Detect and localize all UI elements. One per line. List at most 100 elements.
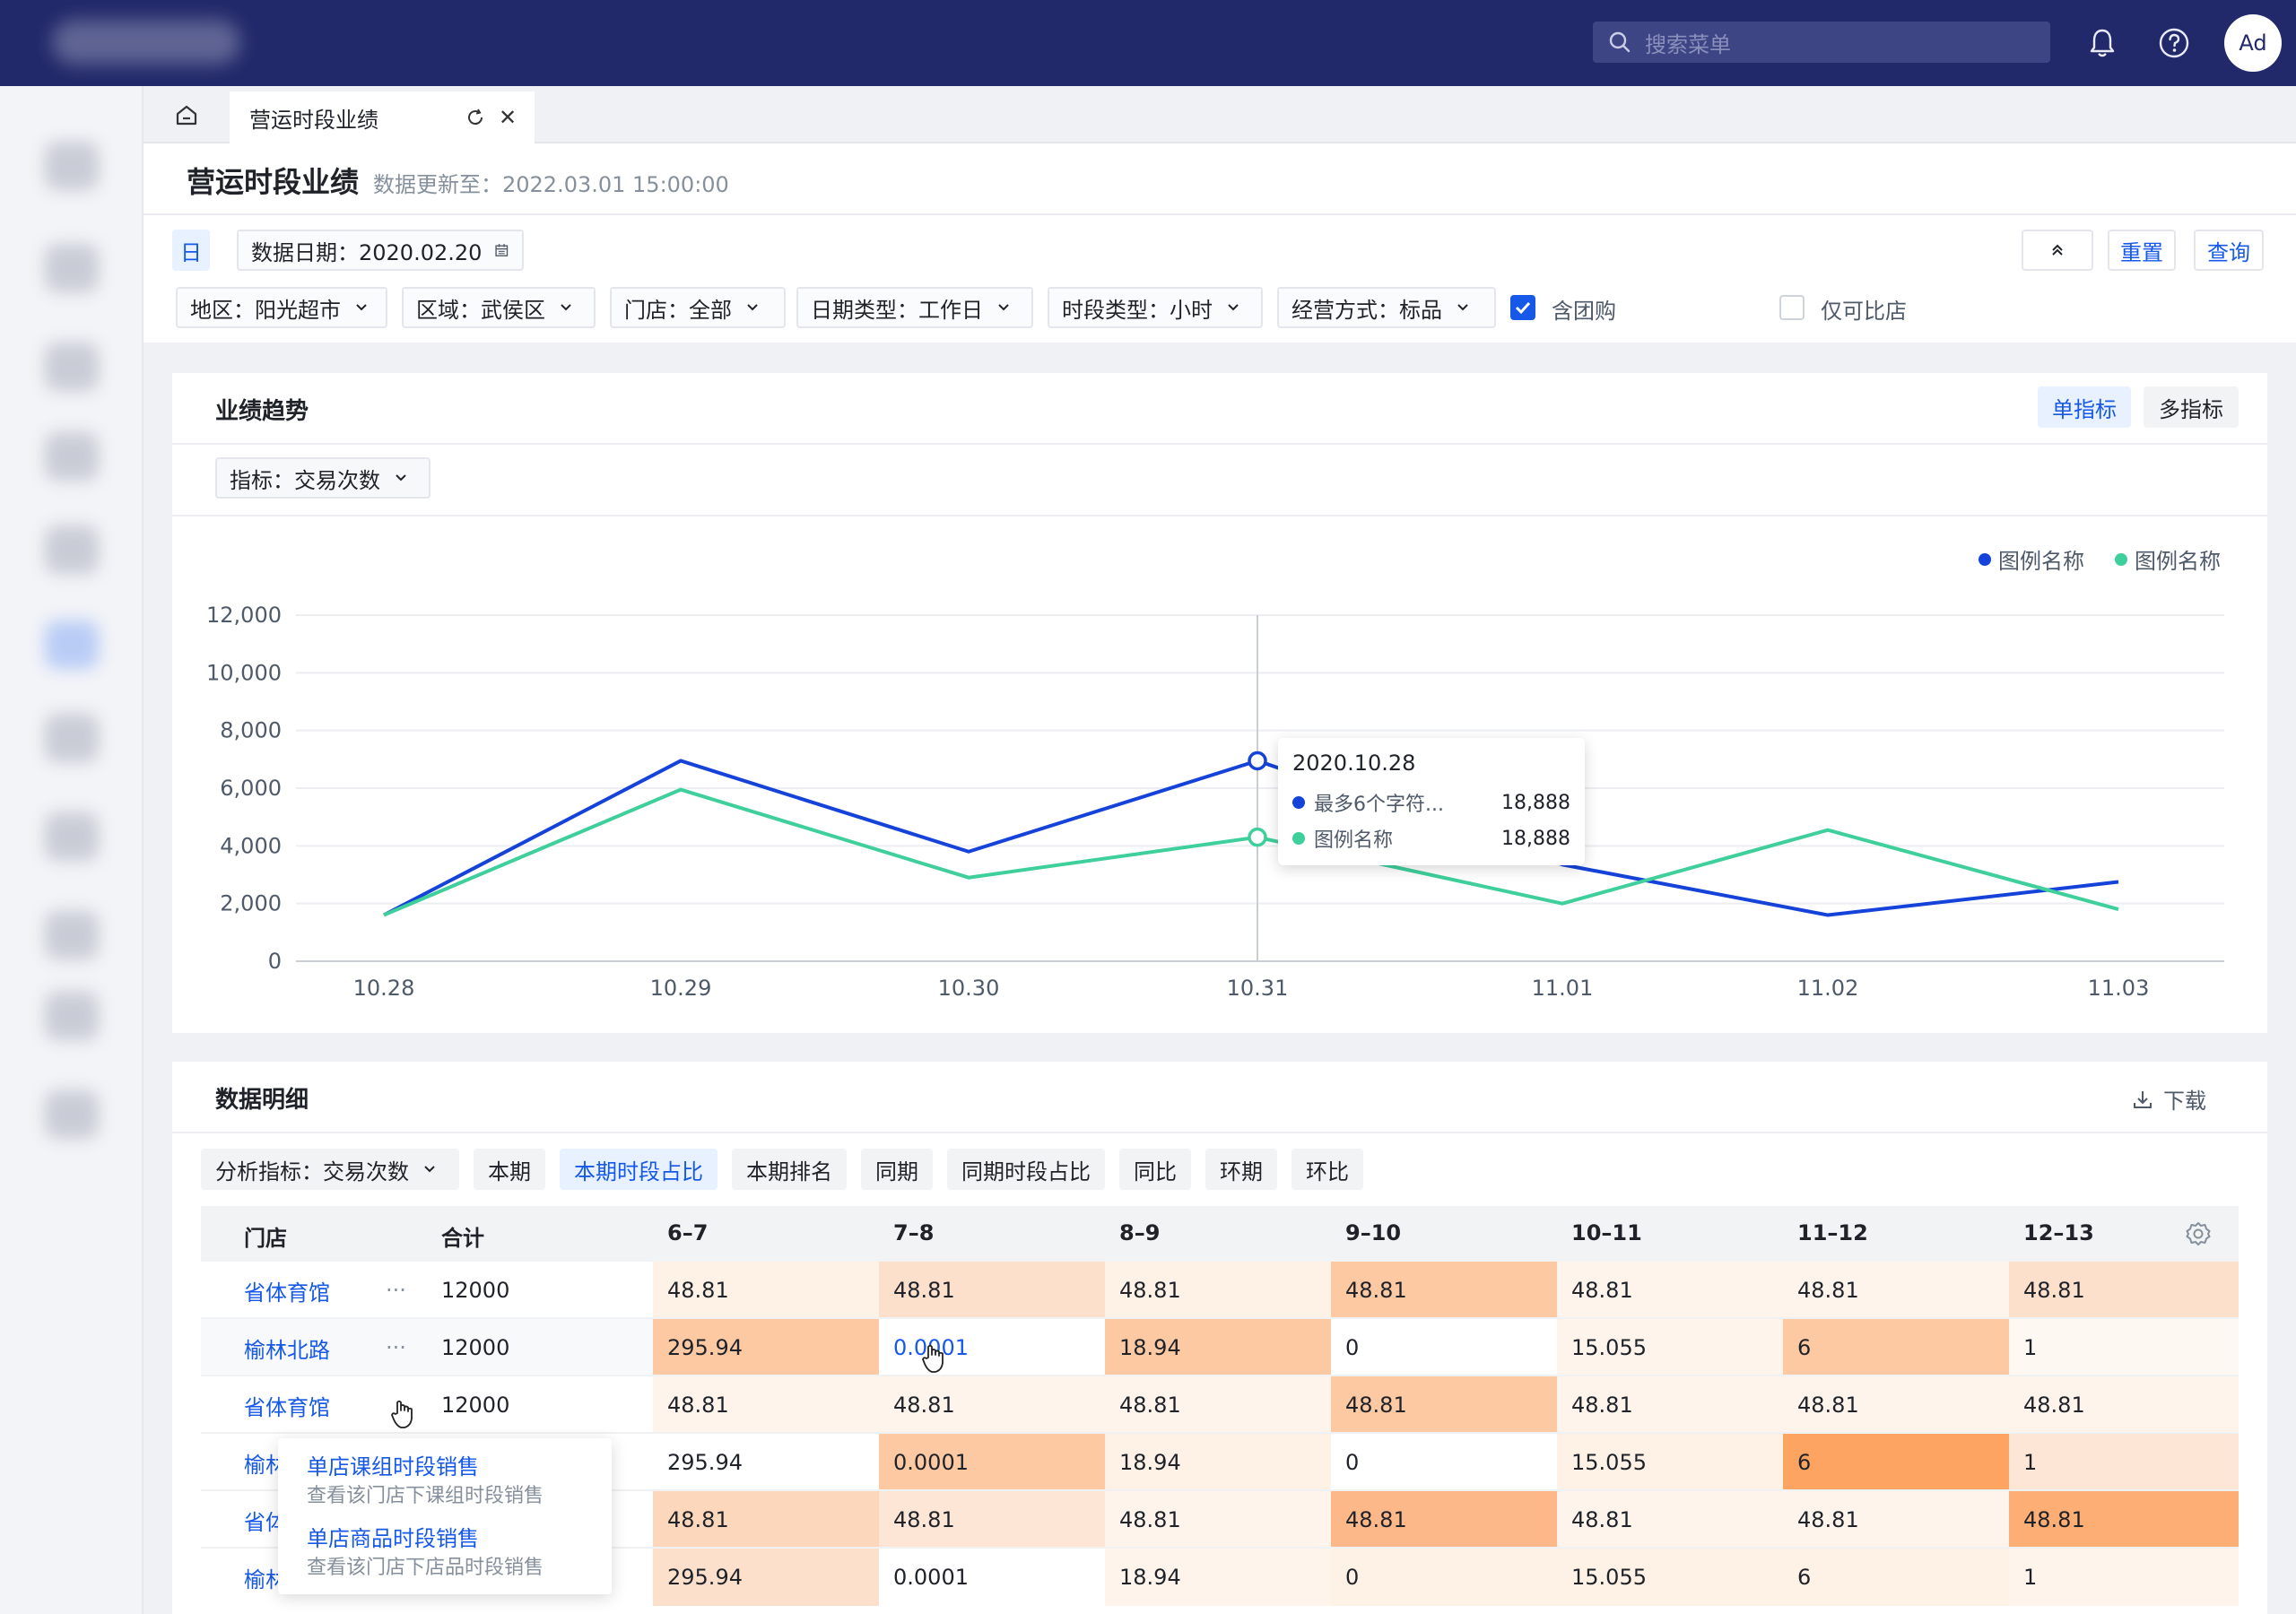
chevron-down-icon <box>1228 304 1239 311</box>
data-cell: 48.81 <box>2009 1376 2239 1434</box>
tab-current[interactable]: 本期 <box>474 1149 545 1190</box>
more-icon[interactable]: ··· <box>386 1319 406 1376</box>
sidebar-item-active[interactable] <box>45 620 99 669</box>
tab-current-rank[interactable]: 本期排名 <box>732 1149 847 1190</box>
update-time: 数据更新至：2022.03.01 15:00:00 <box>373 172 729 197</box>
sidebar-item[interactable] <box>45 343 99 391</box>
sidebar-item[interactable] <box>45 142 99 190</box>
close-icon[interactable]: ✕ <box>499 105 517 130</box>
data-cell: 48.81 <box>1331 1262 1557 1319</box>
logo <box>52 20 240 65</box>
area-select[interactable]: 区域：武侯区 <box>402 287 596 328</box>
chart-tooltip: 2020.10.28 最多6个字符... 18,888 图例名称 18,888 <box>1278 738 1585 865</box>
date-picker[interactable]: 数据日期：2020.02.20 <box>237 230 524 271</box>
multi-metric-button[interactable]: 多指标 <box>2144 386 2239 428</box>
data-cell: 48.81 <box>1557 1376 1783 1434</box>
sidebar-item[interactable] <box>45 244 99 292</box>
help-icon[interactable] <box>2156 25 2192 61</box>
tab-same-period[interactable]: 同期 <box>861 1149 933 1190</box>
divider <box>172 515 2267 516</box>
data-cell: 0 <box>1331 1549 1557 1606</box>
data-cell: 48.81 <box>1105 1376 1331 1434</box>
col-store: 门店 <box>244 1226 287 1251</box>
metric-select[interactable]: 指标：交易次数 <box>215 457 430 499</box>
data-cell: 0 <box>1331 1434 1557 1491</box>
date-label: 数据日期：2020.02.20 <box>251 239 483 265</box>
data-cell: 48.81 <box>1783 1491 2009 1549</box>
day-button[interactable]: 日 <box>172 230 210 271</box>
data-cell: 48.81 <box>879 1376 1105 1434</box>
menu-item-desc: 查看该门店下店品时段销售 <box>307 1557 544 1579</box>
table-row[interactable]: 榆林北路 ··· 12000 295.94 0.0001 18.94 0 15.… <box>201 1319 2239 1376</box>
data-cell-link[interactable]: 0.0001 <box>879 1319 1105 1376</box>
sidebar-item[interactable] <box>45 1090 99 1139</box>
data-cell: 15.055 <box>1557 1434 1783 1491</box>
menu-item-course-group[interactable]: 单店课组时段销售 <box>307 1449 479 1480</box>
period-type-label: 时段类型：小时 <box>1062 297 1213 323</box>
pointer-cursor-icon <box>922 1344 944 1373</box>
data-cell: 48.81 <box>1105 1262 1331 1319</box>
data-cell: 0.0001 <box>879 1434 1105 1491</box>
search-input[interactable]: 搜索菜单 <box>1593 22 2050 63</box>
group-buy-checkbox[interactable] <box>1510 295 1535 320</box>
tab-prev-period[interactable]: 环期 <box>1205 1149 1277 1190</box>
refresh-icon[interactable] <box>465 107 486 128</box>
tab-yoy[interactable]: 同比 <box>1119 1149 1191 1190</box>
legend-label: 图例名称 <box>1998 549 2084 574</box>
tooltip-row: 图例名称 18,888 <box>1292 824 1570 853</box>
sidebar-item[interactable] <box>45 432 99 481</box>
date-type-select[interactable]: 日期类型：工作日 <box>796 287 1033 328</box>
col-10-11: 10–11 <box>1571 1220 1642 1245</box>
total-cell: 12000 <box>441 1393 510 1418</box>
tooltip-value: 18,888 <box>1501 791 1570 814</box>
total-cell: 12000 <box>441 1335 510 1360</box>
collapse-button[interactable] <box>2022 230 2093 271</box>
period-type-select[interactable]: 时段类型：小时 <box>1048 287 1263 328</box>
sidebar <box>0 86 144 1614</box>
legend-item-2[interactable]: 图例名称 <box>2115 543 2221 575</box>
home-tab[interactable] <box>144 86 230 143</box>
more-icon[interactable]: ··· <box>386 1262 406 1319</box>
data-cell: 6 <box>1783 1319 2009 1376</box>
tab-same-period-share[interactable]: 同期时段占比 <box>947 1149 1105 1190</box>
store-select[interactable]: 门店：全部 <box>610 287 786 328</box>
store-link[interactable]: 省体育馆 <box>244 1376 330 1434</box>
store-link[interactable]: 榆林北路 <box>244 1319 330 1376</box>
legend-item-1[interactable]: 图例名称 <box>1979 543 2084 575</box>
sidebar-item[interactable] <box>45 992 99 1040</box>
col-6-7: 6–7 <box>667 1220 709 1245</box>
store-link[interactable]: 省体育馆 <box>244 1262 330 1319</box>
sidebar-item[interactable] <box>45 525 99 574</box>
bell-icon[interactable] <box>2084 25 2120 61</box>
single-metric-button[interactable]: 单指标 <box>2038 386 2131 428</box>
data-cell: 295.94 <box>653 1549 879 1606</box>
region-select[interactable]: 地区：阳光超市 <box>176 287 387 328</box>
comparable-checkbox[interactable] <box>1779 295 1805 320</box>
data-cell: 48.81 <box>2009 1491 2239 1549</box>
reset-button[interactable]: 重置 <box>2108 230 2176 271</box>
download-button[interactable]: 下载 <box>2131 1083 2206 1115</box>
data-cell: 48.81 <box>1783 1262 2009 1319</box>
table-row[interactable]: 省体育馆 ··· 12000 48.81 48.81 48.81 48.81 4… <box>201 1262 2239 1319</box>
menu-item-product[interactable]: 单店商品时段销售 <box>307 1521 479 1552</box>
trend-title: 业绩趋势 <box>215 398 309 425</box>
sidebar-item[interactable] <box>45 714 99 762</box>
data-cell: 1 <box>2009 1319 2239 1376</box>
table-row[interactable]: 省体育馆 12000 48.81 48.81 48.81 48.81 48.81… <box>201 1376 2239 1434</box>
biz-mode-select[interactable]: 经营方式：标品 <box>1277 287 1496 328</box>
total-cell: 12000 <box>441 1278 510 1303</box>
data-cell: 48.81 <box>653 1262 879 1319</box>
biz-mode-label: 经营方式：标品 <box>1292 297 1442 323</box>
tab-active[interactable]: 营运时段业绩 ✕ <box>230 91 535 143</box>
tab-current-share[interactable]: 本期时段占比 <box>560 1149 718 1190</box>
store-label: 门店：全部 <box>624 297 732 323</box>
sidebar-item[interactable] <box>45 812 99 861</box>
tab-mom[interactable]: 环比 <box>1292 1149 1363 1190</box>
sidebar-item[interactable] <box>45 911 99 959</box>
chevron-down-icon <box>424 1166 435 1173</box>
settings-icon[interactable] <box>2185 1220 2212 1247</box>
avatar[interactable]: Ad <box>2224 14 2282 72</box>
query-button[interactable]: 查询 <box>2194 230 2264 271</box>
chevron-down-icon <box>561 304 571 311</box>
analysis-metric-select[interactable]: 分析指标：交易次数 <box>201 1149 459 1190</box>
